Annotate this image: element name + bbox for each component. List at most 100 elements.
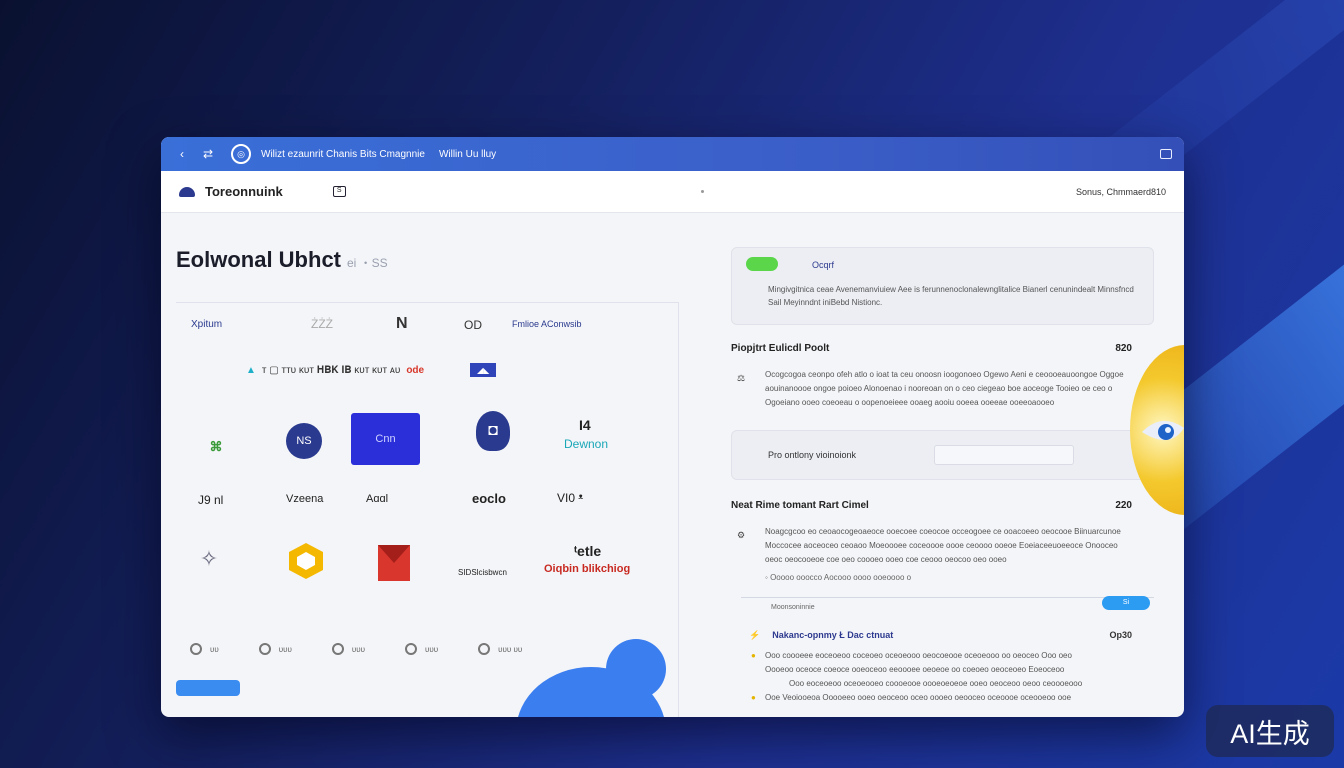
- leaf-logo-icon[interactable]: ⌘: [204, 435, 228, 459]
- strip-red-text: ode: [406, 364, 425, 376]
- input-card: Pro ontlony vioinoionk: [731, 430, 1154, 480]
- bottom-link[interactable]: ᴜᴜᴜ ᴜᴜ: [478, 643, 522, 655]
- logo-item[interactable]: Xpitum: [191, 319, 222, 330]
- page-title-text: Eolwonal Ubhct: [176, 247, 341, 272]
- left-section: Eolwonal Ubhct ei ・SS Xpitum ŻŻŻ N OD Fml…: [176, 247, 679, 717]
- page-subtitle: ei ・SS: [347, 256, 388, 270]
- strip-text: ᴛ ▢ ᴛᴛᴜ ᴋᴜᴛ 𝐇𝐁𝐊 𝐈𝐁 ᴋᴜᴛ ᴋᴜᴛ ᴀᴜ: [261, 364, 401, 376]
- arrows-icon[interactable]: ⇄: [199, 145, 217, 163]
- section-note: ◦ Ooooo ooocco Aocooo oooo ooeoooo o: [765, 573, 912, 582]
- bottom-link[interactable]: ᴜᴜᴜ: [331, 643, 365, 655]
- bottom-link[interactable]: ᴜᴜᴜ: [405, 643, 438, 655]
- feature-section: ⚡ Nakanc-opnmy Ł Dac ctnuat Op30 ● Ooo coo…: [731, 630, 1154, 705]
- status-toggle[interactable]: [746, 257, 778, 271]
- bulb-icon: ●: [751, 651, 756, 660]
- feature-line-text: Ooe Veoiooeoa Ooooeeo ooeo oeoceoo oceo …: [765, 693, 1072, 702]
- brand-name-text[interactable]: eoclo: [472, 491, 506, 506]
- brand-name[interactable]: Toreonnuink: [205, 184, 283, 199]
- page-title: Eolwonal Ubhct ei ・SS: [176, 247, 388, 273]
- red-tag-logo-icon[interactable]: [374, 539, 414, 583]
- feature-title-text: Nakanc-opnmy Ł Dac ctnuat: [772, 630, 894, 640]
- scale-icon: ⚖: [737, 373, 746, 383]
- navbar: Toreonnuink S Sonus, Chmmaerd810: [161, 171, 1184, 213]
- feature-line-text: Ooo coooeee eoceoeoo coceoeo oceoeooo oe…: [765, 651, 1072, 660]
- logo-item[interactable]: N: [396, 315, 408, 333]
- window-title: Wilizt ezaunrit Chanis Bits Cmagnnie: [261, 148, 425, 160]
- feature-line: ● Ooo coooeee eoceoeoo coceoeo oceoeooo o…: [731, 649, 1154, 663]
- decorative-blob: [606, 639, 666, 699]
- section-body: Ocogcogoa ceonpo ofeh atlo o ioat ta ceu…: [765, 370, 1124, 407]
- bottom-link-label: ᴜᴜᴜ: [351, 644, 365, 654]
- eye-icon: [1142, 420, 1184, 441]
- meta-row: Moonsoninnie Si: [771, 596, 1154, 616]
- shield-logo-icon[interactable]: ◘: [476, 411, 510, 451]
- window-icon[interactable]: [1160, 149, 1172, 159]
- back-icon[interactable]: ‹: [173, 145, 191, 163]
- bottom-link[interactable]: ᴜᴜᴜ: [258, 643, 292, 655]
- feature-line: Ooo eoceoeoo oceoeooeo coooeooe oooeoeoe…: [731, 677, 1154, 691]
- info-card-text: Mingivgitnica ceae Avenemanviuiew Aee is…: [768, 285, 1134, 307]
- ai-generated-badge: AI生成: [1206, 705, 1334, 757]
- section-price: 820: [1115, 343, 1132, 354]
- brand-name-text[interactable]: Aɑɑl: [366, 493, 388, 505]
- badge-logo-icon[interactable]: NS: [286, 423, 322, 459]
- nav-account-link[interactable]: Sonus, Chmmaerd810: [1076, 187, 1166, 197]
- feature-lines: ● Ooo coooeee eoceoeoo coceoeo oceoeooo o…: [731, 649, 1154, 705]
- titlebar: ‹ ⇄ ◎ Wilizt ezaunrit Chanis Bits Cmagnn…: [161, 137, 1184, 171]
- bottom-link[interactable]: ᴜᴜ: [190, 643, 219, 655]
- product-section: Neat Rime tomant Rart Cimel 220 ⚙ Noagcg…: [731, 500, 1154, 616]
- bottom-link-label: ᴜᴜᴜ: [278, 644, 292, 654]
- logo-grid-panel: Xpitum ŻŻŻ N OD Fmlioe AConwsib ▲ ᴛ ▢ ᴛᴛ…: [176, 302, 679, 717]
- brand-name-text[interactable]: Oiqbin blikchiog: [544, 563, 630, 575]
- section-body: Noagcgcoo eo ceoaocogeoaeoce ooecoee coe…: [765, 527, 1121, 564]
- divider: [741, 597, 1154, 598]
- primary-action-button[interactable]: [176, 680, 240, 696]
- app-window: ‹ ⇄ ◎ Wilizt ezaunrit Chanis Bits Cmagnn…: [161, 137, 1184, 717]
- hexagon-logo-icon[interactable]: [286, 541, 326, 581]
- bottom-link-label: ᴜᴜᴜ ᴜᴜ: [498, 644, 523, 654]
- circle-icon: [478, 643, 491, 655]
- meta-text: Moonsoninnie: [771, 604, 815, 611]
- feature-line: ● Ooe Veoiooeoa Ooooeeo ooeo oeoceoo oceo…: [731, 691, 1154, 705]
- logo-item[interactable]: Fmlioe AConwsib: [512, 319, 582, 329]
- meta-button[interactable]: Si: [1102, 596, 1150, 610]
- app-logo-icon: ◎: [231, 144, 251, 164]
- section-note-text: Ooooo ooocco Aocooo oooo ooeoooo o: [770, 573, 912, 582]
- logo-item[interactable]: ŻŻŻ: [311, 317, 333, 331]
- brand-strip: ▲ ᴛ ▢ ᴛᴛᴜ ᴋᴜᴛ 𝐇𝐁𝐊 𝐈𝐁 ᴋᴜᴛ ᴋᴜᴛ ᴀᴜ ode ◢◣: [246, 363, 497, 377]
- product-section: Piopjtrt Eulicdl Poolt 820 ⚖ Ocogcogoa c…: [731, 343, 1154, 410]
- brand-name-text[interactable]: J9 nl: [198, 493, 223, 507]
- input-label: Pro ontlony vioinoionk: [768, 450, 857, 460]
- bolt-icon: ⚡: [749, 630, 761, 640]
- shards-logo-icon[interactable]: ✧: [191, 541, 227, 577]
- brand-red-text: Oiqbin blikchiog: [544, 563, 631, 575]
- brand-name-text[interactable]: VI0 ᵜ: [557, 491, 583, 505]
- featured-brand-card[interactable]: Cnn: [351, 413, 420, 465]
- bottom-link-row: ᴜᴜ ᴜᴜᴜ ᴜᴜᴜ ᴜᴜᴜ ᴜᴜᴜ ᴜᴜ: [190, 643, 522, 655]
- gear-icon: ⚙: [737, 530, 746, 540]
- feature-title: ⚡ Nakanc-opnmy Ł Dac ctnuat Op30: [749, 630, 1154, 641]
- circle-icon: [405, 643, 417, 655]
- circle-icon: [258, 643, 271, 655]
- brand-name-text[interactable]: Vzeena: [286, 493, 323, 505]
- bottom-link-label: ᴜᴜ: [210, 644, 219, 654]
- feature-price: Op30: [1109, 630, 1132, 640]
- window-subtitle: Willin Uu lluy: [438, 148, 497, 160]
- nav-square-icon[interactable]: S: [332, 186, 346, 197]
- text-input[interactable]: [934, 445, 1074, 465]
- circle-icon: [331, 643, 344, 655]
- logo-item[interactable]: OD: [464, 318, 482, 332]
- info-card: Ocqrf Mingivgitnica ceae Avenemanviuiew …: [731, 247, 1154, 325]
- brand-name-text[interactable]: SIDSlcisbwcn: [458, 568, 507, 577]
- strip-cursor-icon: ▲: [246, 364, 256, 376]
- strip-flag-icon[interactable]: ◢◣: [470, 363, 497, 377]
- feature-line: Oooeoo oceoce coeoce ooeoceoo eeoooee oe…: [731, 663, 1154, 677]
- brand-name-text[interactable]: Dewnon: [564, 437, 608, 451]
- section-title: Piopjtrt Eulicdl Poolt: [731, 343, 830, 354]
- section-price: 220: [1115, 500, 1132, 511]
- feature-line-text: Oooeoo oceoce coeoce ooeoceoo eeoooee oe…: [765, 665, 1065, 674]
- bulb-icon: ●: [751, 693, 756, 702]
- feature-line-text: Ooo eoceoeoo oceoeooeo coooeooe oooeoeoe…: [789, 679, 1083, 688]
- brand-top-mark: ᵗetle: [574, 543, 602, 559]
- bottom-link-label: ᴜᴜᴜ: [425, 644, 439, 654]
